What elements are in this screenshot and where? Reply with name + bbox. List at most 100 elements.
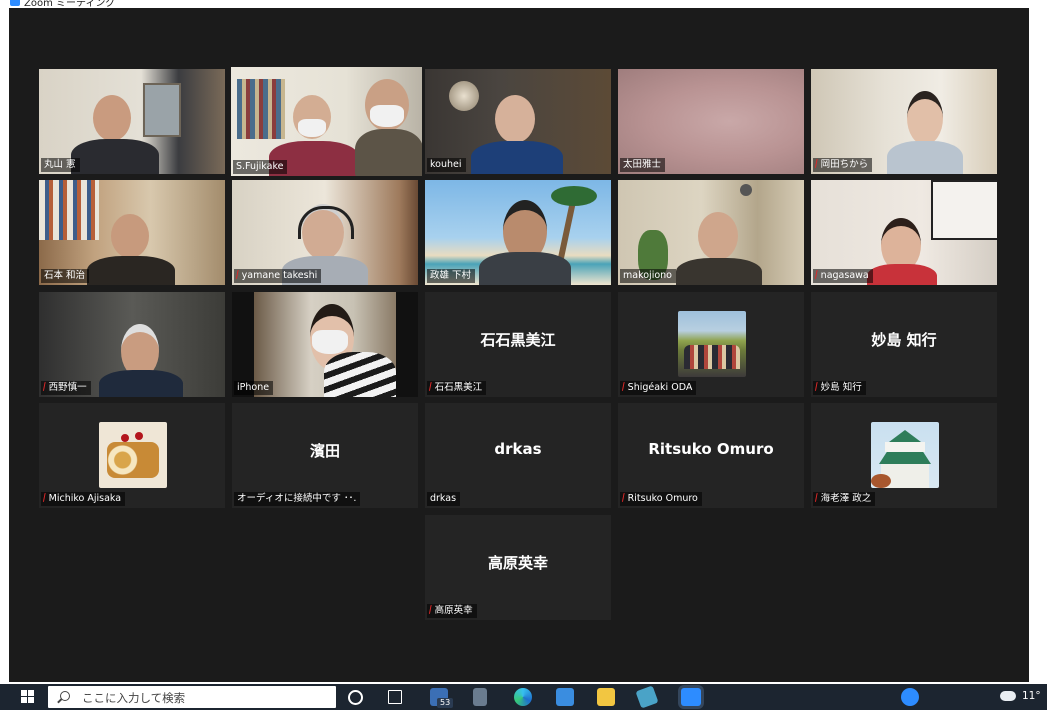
- name-only-tile[interactable]: 妙島 知行 ⁄妙島 知行: [811, 292, 997, 397]
- muted-mic-icon: ⁄: [813, 270, 820, 281]
- windows-logo-icon: [21, 690, 27, 696]
- castle-roof: [889, 430, 921, 442]
- name-only-tile[interactable]: 濱田 オーディオに接続中です ･･.: [232, 403, 418, 508]
- name-only-tile[interactable]: drkas drkas: [425, 403, 611, 508]
- participant-body: [87, 256, 175, 285]
- muted-mic-icon: ⁄: [427, 382, 434, 393]
- video-tile[interactable]: iPhone: [232, 292, 418, 397]
- ceiling-light: [449, 81, 479, 111]
- avatar-tile[interactable]: ⁄Michiko Ajisaka: [39, 403, 225, 508]
- participant-name-label: ⁄高原英幸: [427, 604, 477, 618]
- participant-name-label: iPhone: [234, 381, 274, 395]
- mail-unread-badge: 53: [437, 698, 454, 708]
- participant-name-label: ⁄石石黒美江: [427, 381, 487, 395]
- video-tile[interactable]: kouhei: [425, 69, 611, 174]
- participant-display-name: 妙島 知行: [871, 331, 937, 349]
- participant-name-label: ⁄Ritsuko Omuro: [620, 492, 702, 506]
- group-of-people: [684, 345, 740, 369]
- muted-mic-icon: ⁄: [234, 270, 241, 281]
- face-mask: [312, 330, 348, 354]
- window-titlebar: Zoom ミーティング: [0, 0, 1047, 8]
- participant-body: [324, 352, 396, 397]
- muted-mic-icon: ⁄: [41, 493, 48, 504]
- avatar-tile[interactable]: ⁄Shigéaki ODA: [618, 292, 804, 397]
- participant-face: [907, 91, 943, 145]
- roll-cake: [107, 442, 159, 478]
- video-tile[interactable]: 政雄 下村: [425, 180, 611, 285]
- participant-name-label: ⁄Shigéaki ODA: [620, 381, 697, 395]
- participant-name-label: 丸山 憲: [41, 158, 80, 172]
- video-tile[interactable]: ⁄岡田ちから: [811, 69, 997, 174]
- zoom-icon[interactable]: [681, 688, 701, 706]
- participant-body: [355, 129, 422, 176]
- avatar-tile[interactable]: ⁄海老澤 政之: [811, 403, 997, 508]
- video-tile[interactable]: 石本 和治: [39, 180, 225, 285]
- bookshelf: [39, 180, 99, 240]
- participant-name-label: ⁄海老澤 政之: [813, 492, 876, 506]
- participant-name-label: ⁄Michiko Ajisaka: [41, 492, 126, 506]
- participant-name-label: drkas: [427, 492, 461, 506]
- video-tile[interactable]: ⁄nagasawa: [811, 180, 997, 285]
- participant-avatar-photo: [871, 422, 939, 488]
- cortana-icon[interactable]: [348, 690, 363, 705]
- cherry: [121, 434, 129, 442]
- face-mask: [370, 105, 404, 127]
- cherry: [135, 432, 143, 440]
- participant-body: [867, 264, 937, 285]
- muted-mic-icon: ⁄: [813, 382, 820, 393]
- help-icon[interactable]: [901, 688, 919, 706]
- participant-name-label: 政雄 下村: [427, 269, 476, 283]
- muted-mic-icon: ⁄: [813, 493, 820, 504]
- video-tile[interactable]: ⁄yamane takeshi: [232, 180, 418, 285]
- participant-name-label: ⁄nagasawa: [813, 269, 873, 283]
- castle-roof: [879, 452, 931, 464]
- participant-name-label: オーディオに接続中です ･･.: [234, 492, 361, 506]
- video-tile[interactable]: ⁄西野慎一: [39, 292, 225, 397]
- participant-face: [93, 95, 131, 141]
- search-icon: [60, 691, 70, 701]
- participant-display-name: drkas: [494, 440, 542, 458]
- participant-display-name: Ritsuko Omuro: [648, 440, 774, 458]
- video-tile[interactable]: makojiono: [618, 180, 804, 285]
- taskbar-search-box[interactable]: ここに入力して検索: [48, 686, 336, 708]
- muted-mic-icon: ⁄: [620, 493, 627, 504]
- search-placeholder: ここに入力して検索: [82, 691, 186, 705]
- participant-name-label: 太田雅士: [620, 158, 666, 172]
- weather-cloud-icon[interactable]: [1000, 691, 1016, 701]
- headphones: [298, 206, 354, 239]
- name-only-tile[interactable]: Ritsuko Omuro ⁄Ritsuko Omuro: [618, 403, 804, 508]
- muted-mic-icon: ⁄: [41, 382, 48, 393]
- participant-body: [676, 258, 762, 285]
- participant-display-name: 濱田: [309, 442, 340, 460]
- participant-name-label: ⁄西野慎一: [41, 381, 91, 395]
- muted-mic-icon: ⁄: [427, 605, 434, 616]
- task-view-icon[interactable]: [388, 690, 402, 704]
- wall-clock: [740, 184, 752, 196]
- participant-avatar-photo: [99, 422, 167, 488]
- participant-face: [698, 212, 738, 260]
- participant-body: [887, 141, 963, 174]
- participant-name-label: ⁄妙島 知行: [813, 381, 866, 395]
- window-title: Zoom ミーティング: [24, 0, 116, 8]
- name-only-tile[interactable]: 石石黒美江 ⁄石石黒美江: [425, 292, 611, 397]
- participant-name-label: 石本 和治: [41, 269, 90, 283]
- edge-icon[interactable]: [514, 688, 532, 706]
- file-explorer-icon[interactable]: [597, 688, 615, 706]
- calculator-icon[interactable]: [473, 688, 487, 706]
- autumn-tree: [871, 474, 891, 488]
- face-mask: [298, 119, 326, 137]
- palm-leaves: [551, 186, 597, 206]
- store-icon[interactable]: [556, 688, 574, 706]
- participant-display-name: 高原英幸: [487, 554, 548, 572]
- video-tile[interactable]: 太田雅士: [618, 69, 804, 174]
- participant-display-name: 石石黒美江: [480, 331, 556, 349]
- windows-start-button[interactable]: [16, 684, 40, 710]
- wall-art: [931, 180, 997, 240]
- participant-name-label: S.Fujikake: [233, 160, 288, 174]
- photos-icon[interactable]: [635, 685, 659, 709]
- name-only-tile[interactable]: 高原英幸 ⁄高原英幸: [425, 515, 611, 620]
- video-tile-active-speaker[interactable]: S.Fujikake: [231, 67, 422, 176]
- video-tile[interactable]: 丸山 憲: [39, 69, 225, 174]
- participant-body: [479, 252, 571, 285]
- windows-taskbar: ここに入力して検索 53 11°: [0, 684, 1047, 710]
